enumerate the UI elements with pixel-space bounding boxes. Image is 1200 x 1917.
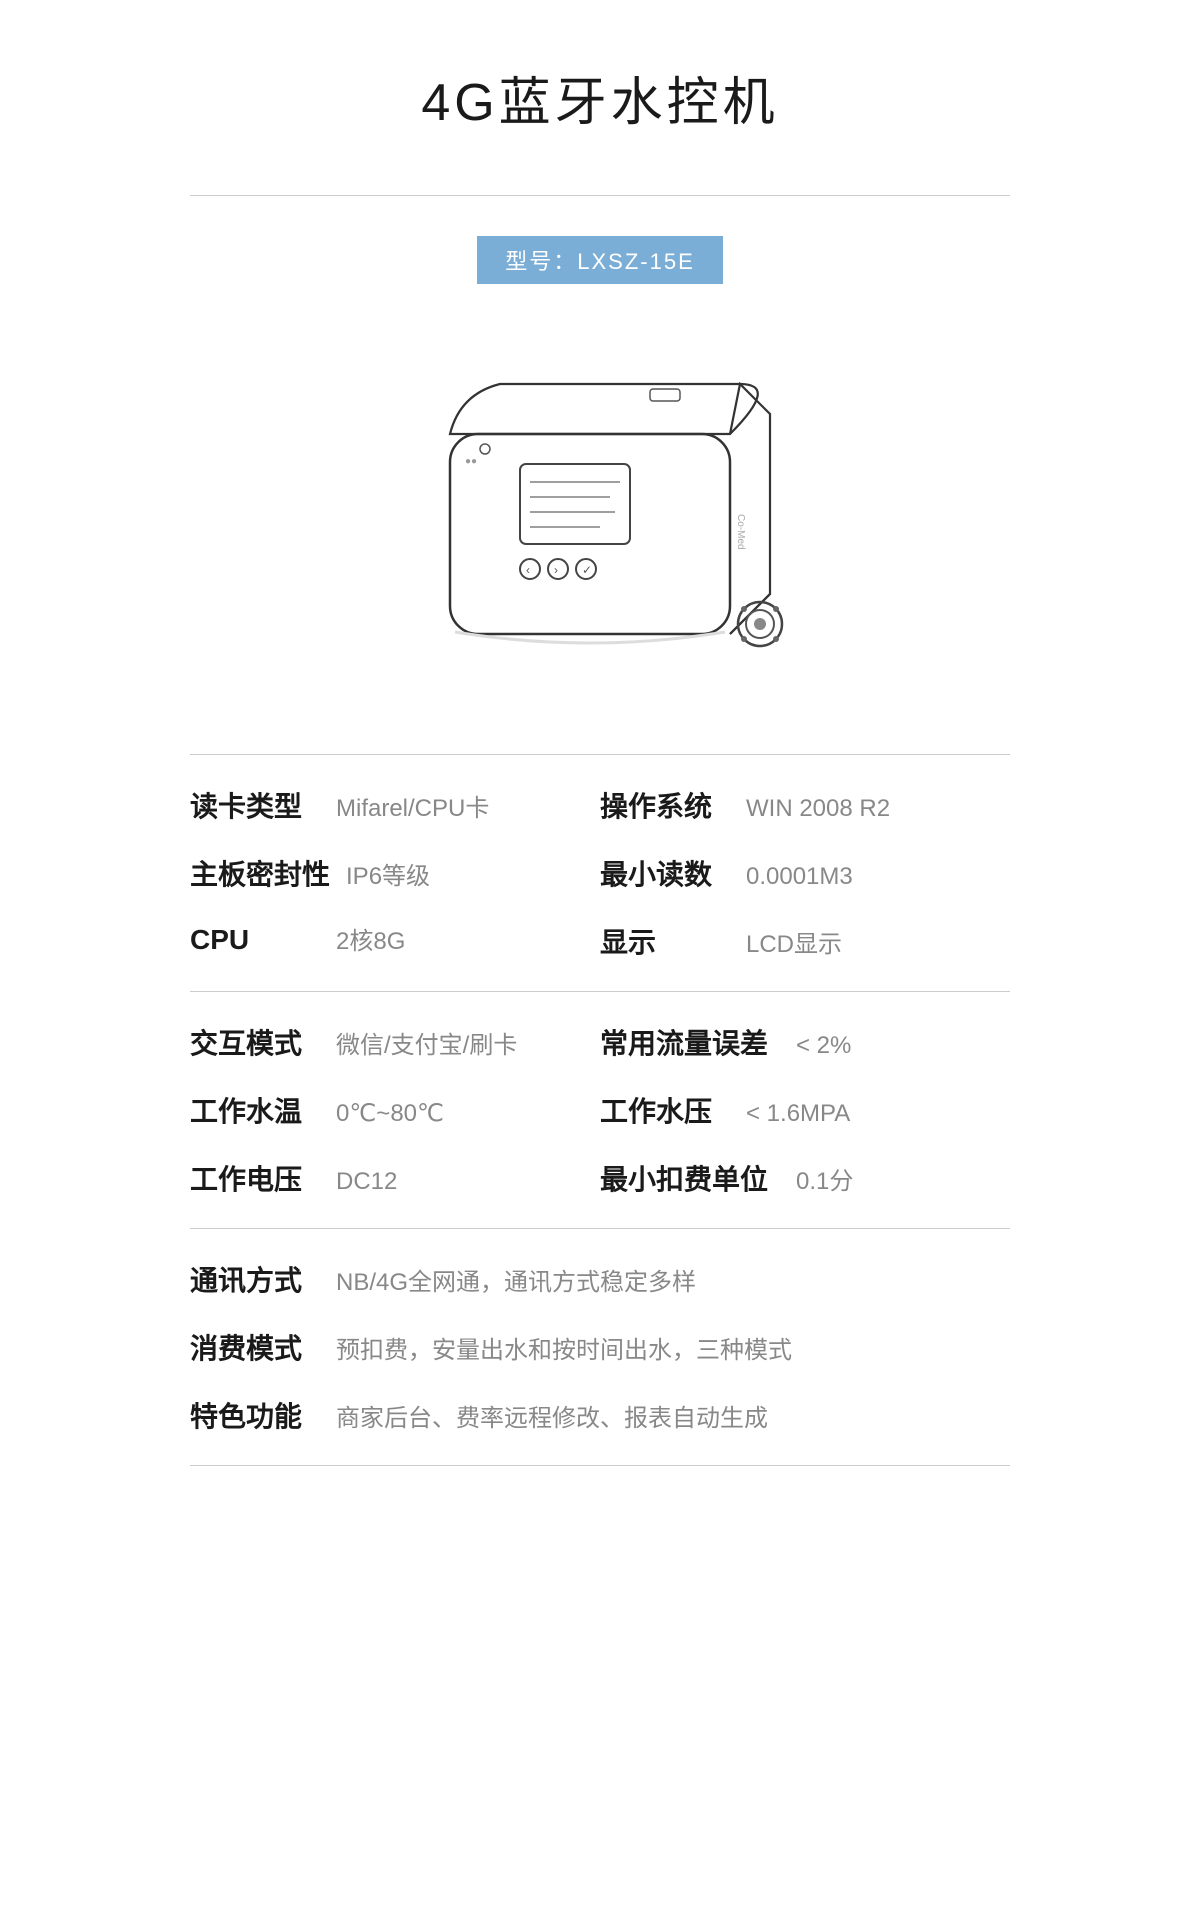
svg-text:‹: ‹	[526, 563, 530, 577]
specs-group-3: 通讯方式 NB/4G全网通，通讯方式稳定多样 消费模式 预扣费，安量出水和按时间…	[190, 1228, 1010, 1466]
spec-label-interaction: 交互模式	[190, 1022, 320, 1062]
spec-value-interaction: 微信/支付宝/刷卡	[336, 1025, 517, 1060]
svg-text:●●: ●●	[465, 456, 477, 467]
spec-value-card-type: Mifarel/CPU卡	[336, 788, 489, 823]
spec-label-water-temp: 工作水温	[190, 1090, 320, 1130]
spec-value-water-temp: 0℃~80℃	[336, 1099, 444, 1128]
page-title: 4G蓝牙水控机	[421, 60, 778, 135]
spec-item-seal: 主板密封性 IP6等级	[190, 853, 600, 893]
spec-label-card-type: 读卡类型	[190, 785, 320, 825]
specs-row-3-2: 消费模式 预扣费，安量出水和按时间出水，三种模式	[190, 1327, 1010, 1367]
spec-label-cpu: CPU	[190, 924, 320, 956]
spec-value-min-fee: 0.1分	[796, 1161, 853, 1196]
specs-row-2-1: 交互模式 微信/支付宝/刷卡 常用流量误差 < 2%	[190, 1022, 1010, 1062]
specs-section: 读卡类型 Mifarel/CPU卡 操作系统 WIN 2008 R2 主板密封性…	[190, 754, 1010, 1466]
spec-label-features: 特色功能	[190, 1395, 320, 1435]
spec-value-cpu: 2核8G	[336, 921, 405, 956]
title-divider	[190, 195, 1010, 196]
spec-label-seal: 主板密封性	[190, 853, 330, 893]
spec-item-cpu: CPU 2核8G	[190, 921, 600, 961]
svg-text:Co-Med: Co-Med	[735, 514, 746, 550]
spec-label-os: 操作系统	[600, 785, 730, 825]
spec-item-voltage: 工作电压 DC12	[190, 1158, 600, 1198]
spec-label-display: 显示	[600, 921, 730, 961]
product-image-container: ‹ › ✓ ●● Co-Med	[190, 334, 1010, 714]
model-badge: 型号：LXSZ-15E	[477, 236, 723, 284]
specs-group-1: 读卡类型 Mifarel/CPU卡 操作系统 WIN 2008 R2 主板密封性…	[190, 754, 1010, 991]
specs-row-1-1: 读卡类型 Mifarel/CPU卡 操作系统 WIN 2008 R2	[190, 785, 1010, 825]
spec-label-comm: 通讯方式	[190, 1259, 320, 1299]
spec-item-card-type: 读卡类型 Mifarel/CPU卡	[190, 785, 600, 825]
spec-item-water-pressure: 工作水压 < 1.6MPA	[600, 1090, 1010, 1130]
specs-row-1-2: 主板密封性 IP6等级 最小读数 0.0001M3	[190, 853, 1010, 893]
spec-value-voltage: DC12	[336, 1168, 397, 1196]
spec-label-min-fee: 最小扣费单位	[600, 1158, 780, 1198]
specs-row-1-3: CPU 2核8G 显示 LCD显示	[190, 921, 1010, 961]
spec-value-seal: IP6等级	[346, 856, 430, 891]
spec-item-interaction: 交互模式 微信/支付宝/刷卡	[190, 1022, 600, 1062]
spec-label-voltage: 工作电压	[190, 1158, 320, 1198]
product-illustration: ‹ › ✓ ●● Co-Med	[390, 334, 810, 714]
specs-row-2-3: 工作电压 DC12 最小扣费单位 0.1分	[190, 1158, 1010, 1198]
spec-item-min-reading: 最小读数 0.0001M3	[600, 853, 1010, 893]
spec-label-flow-error: 常用流量误差	[600, 1022, 780, 1062]
spec-item-display: 显示 LCD显示	[600, 921, 1010, 961]
svg-text:✓: ✓	[582, 563, 592, 577]
product-image: ‹ › ✓ ●● Co-Med	[390, 334, 810, 714]
spec-label-consumption: 消费模式	[190, 1327, 320, 1367]
specs-row-3-1: 通讯方式 NB/4G全网通，通讯方式稳定多样	[190, 1259, 1010, 1299]
spec-value-flow-error: < 2%	[796, 1032, 851, 1060]
spec-label-water-pressure: 工作水压	[600, 1090, 730, 1130]
specs-row-2-2: 工作水温 0℃~80℃ 工作水压 < 1.6MPA	[190, 1090, 1010, 1130]
spec-value-water-pressure: < 1.6MPA	[746, 1100, 850, 1128]
spec-value-min-reading: 0.0001M3	[746, 863, 853, 891]
spec-label-min-reading: 最小读数	[600, 853, 730, 893]
svg-text:›: ›	[554, 563, 558, 577]
spec-item-os: 操作系统 WIN 2008 R2	[600, 785, 1010, 825]
spec-value-os: WIN 2008 R2	[746, 795, 890, 823]
specs-group-2: 交互模式 微信/支付宝/刷卡 常用流量误差 < 2% 工作水温 0℃~80℃ 工…	[190, 991, 1010, 1228]
spec-value-comm: NB/4G全网通，通讯方式稳定多样	[336, 1262, 1010, 1297]
spec-value-display: LCD显示	[746, 924, 842, 959]
spec-item-min-fee: 最小扣费单位 0.1分	[600, 1158, 1010, 1198]
spec-item-flow-error: 常用流量误差 < 2%	[600, 1022, 1010, 1062]
spec-value-consumption: 预扣费，安量出水和按时间出水，三种模式	[336, 1330, 1010, 1365]
specs-row-3-3: 特色功能 商家后台、费率远程修改、报表自动生成	[190, 1395, 1010, 1435]
spec-value-features: 商家后台、费率远程修改、报表自动生成	[336, 1398, 1010, 1433]
spec-item-water-temp: 工作水温 0℃~80℃	[190, 1090, 600, 1130]
